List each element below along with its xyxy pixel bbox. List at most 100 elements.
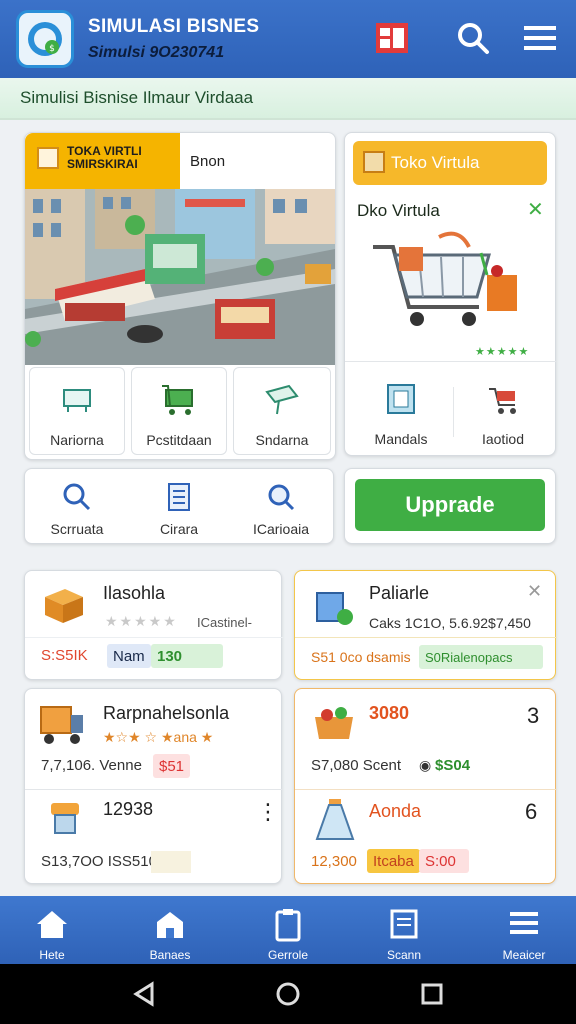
item-card-d[interactable]: 3080 3 S7,080 Scent ◉ $S04 Aonda 6 12,30…	[294, 688, 557, 884]
cart-icon	[162, 385, 193, 415]
toko-tile-2-label: Iaotiod	[481, 431, 525, 447]
item-f-title: Aonda	[369, 801, 422, 821]
item-b-line: Caks 1C1O, 5.6.92$7,450	[369, 615, 531, 631]
search-icon[interactable]	[453, 18, 493, 58]
search-icon	[63, 483, 91, 511]
menu-icon[interactable]	[520, 18, 560, 58]
back-icon[interactable]	[130, 980, 158, 1008]
flask-icon	[315, 799, 355, 840]
tool-3[interactable]: ICarioaia	[231, 471, 331, 541]
app-header: $ SIMULASI BISNES Simulsi 9O230741	[0, 0, 576, 78]
store-tile-2[interactable]: Pcstitdaan	[131, 367, 227, 455]
close-icon[interactable]: ✕	[527, 581, 542, 602]
clipboard-icon	[275, 909, 301, 942]
toko-tile-2[interactable]: Iaotiod	[455, 369, 551, 451]
store-card[interactable]: TOKA VIRTLI SMIRSKIRAI Bnon Nariorna Pcs…	[24, 132, 336, 460]
item-e-title: 12938	[103, 799, 154, 819]
item-e-tag	[151, 851, 191, 873]
divider	[295, 789, 557, 790]
upgrade-card: Upprade	[344, 468, 556, 544]
tool-3-label: ICarioaia	[252, 521, 310, 537]
store-icon	[157, 912, 183, 938]
document-icon	[168, 483, 190, 511]
cart-icon	[489, 388, 516, 414]
store-tag-label: TOKA VIRTLI SMIRSKIRAI	[67, 144, 142, 171]
item-e-price: S13,7OO ISS510	[41, 853, 157, 870]
item-card-c[interactable]: Rarpnahelsonla ★☆★ ☆ ★ana ★ 7,7,106. Ven…	[24, 688, 283, 884]
nav-business[interactable]: Banaes	[120, 896, 220, 964]
nav-more-label: Meaicer	[502, 948, 546, 962]
item-d-title: 3080	[369, 703, 410, 723]
close-icon[interactable]: ✕	[527, 197, 544, 222]
basket-icon	[63, 389, 91, 412]
home-icon	[37, 911, 67, 938]
item-c-price: 7,7,106. Venne	[41, 757, 142, 774]
item-f-num: 6	[525, 799, 538, 824]
search-icon	[268, 484, 295, 511]
more-icon[interactable]: ⋮	[257, 799, 279, 825]
store-tile-3-label: Sndarna	[255, 432, 309, 448]
nav-more[interactable]: Meaicer	[474, 896, 574, 964]
divider	[453, 387, 454, 437]
store-header: TOKA VIRTLI SMIRSKIRAI Bnon	[25, 133, 335, 189]
app-subtitle: Simulsi 9O230741	[88, 44, 225, 61]
store-sale-icon[interactable]	[372, 18, 412, 58]
toko-tile-1-label: Mandals	[374, 431, 428, 447]
nav-roles-label: Gerrole	[267, 948, 308, 962]
home-circle-icon[interactable]	[274, 980, 302, 1008]
item-a-tag2: 130	[151, 644, 223, 668]
item-d-num: 3	[527, 703, 540, 728]
package-icon	[316, 592, 353, 625]
box-icon	[363, 151, 385, 173]
app-logo-icon[interactable]: $	[16, 10, 74, 68]
tool-2[interactable]: Cirara	[129, 471, 229, 541]
scale-icon	[51, 803, 79, 834]
toko-tile-1[interactable]: Mandals	[353, 369, 449, 451]
store-tile-1[interactable]: Nariorna	[29, 367, 125, 455]
list-icon	[510, 912, 538, 934]
nav-home[interactable]: Hete	[2, 896, 102, 964]
item-card-b[interactable]: Paliarle ✕ Caks 1C1O, 5.6.92$7,450 S51 0…	[294, 570, 557, 680]
store-tile-3[interactable]: Sndarna	[233, 367, 331, 455]
item-b-title: Paliarle	[369, 583, 430, 603]
svg-text:$: $	[49, 44, 55, 54]
item-b-price: S51 0co dsamis	[311, 649, 411, 665]
banner-text: Simulisi Bisnise Ilmaur Virdaaa	[20, 88, 254, 107]
item-b-tag: S0Rialenopacs	[419, 645, 543, 669]
item-a-price: S:S5IK	[41, 647, 88, 664]
city-illustration	[25, 189, 335, 365]
toko-button[interactable]: Toko Virtula	[353, 141, 547, 185]
divider	[295, 637, 557, 638]
tool-1-label: Scrruata	[50, 521, 104, 537]
location-icon: ◉	[419, 757, 432, 773]
item-f-tag2: S:00	[419, 849, 469, 873]
item-c-rating: ★☆★ ☆ ★ana ★	[103, 729, 214, 745]
toko-rating: ★★★★★	[475, 346, 530, 358]
store-tile-1-label: Nariorna	[50, 432, 104, 448]
box-icon	[37, 147, 59, 169]
store-tag: TOKA VIRTLI SMIRSKIRAI	[25, 133, 180, 189]
item-a-sub: ICastinel-	[197, 615, 252, 630]
nav-roles[interactable]: Gerrole	[238, 896, 338, 964]
tool-1[interactable]: Scrruata	[27, 471, 127, 541]
item-a-rating: ★★★★★	[105, 613, 178, 629]
nav-business-label: Banaes	[149, 948, 191, 962]
crate-icon	[45, 589, 83, 623]
divider	[25, 637, 283, 638]
item-c-title: Rarpnahelsonla	[103, 703, 230, 723]
shopping-cart-icon	[373, 231, 517, 326]
tool-2-label: Cirara	[159, 521, 199, 537]
toko-heading: Dko Virtula	[357, 201, 440, 220]
nav-home-label: Hete	[39, 948, 65, 962]
recents-icon[interactable]	[418, 980, 446, 1008]
item-card-a[interactable]: Ilasohla ★★★★★ ICastinel- S:S5IK Nam 130	[24, 570, 283, 680]
book-icon	[387, 384, 415, 414]
upgrade-button[interactable]: Upprade	[355, 479, 545, 531]
item-a-title: Ilasohla	[103, 583, 166, 603]
truck-icon	[40, 706, 83, 744]
item-d-price: S7,080 Scent	[311, 757, 402, 774]
store-name: Bnon	[190, 153, 226, 170]
bottom-nav: Hete Banaes Gerrole Scann Meaicer	[0, 896, 576, 964]
system-nav-bar	[0, 964, 576, 1024]
nav-scan[interactable]: Scann	[354, 896, 454, 964]
